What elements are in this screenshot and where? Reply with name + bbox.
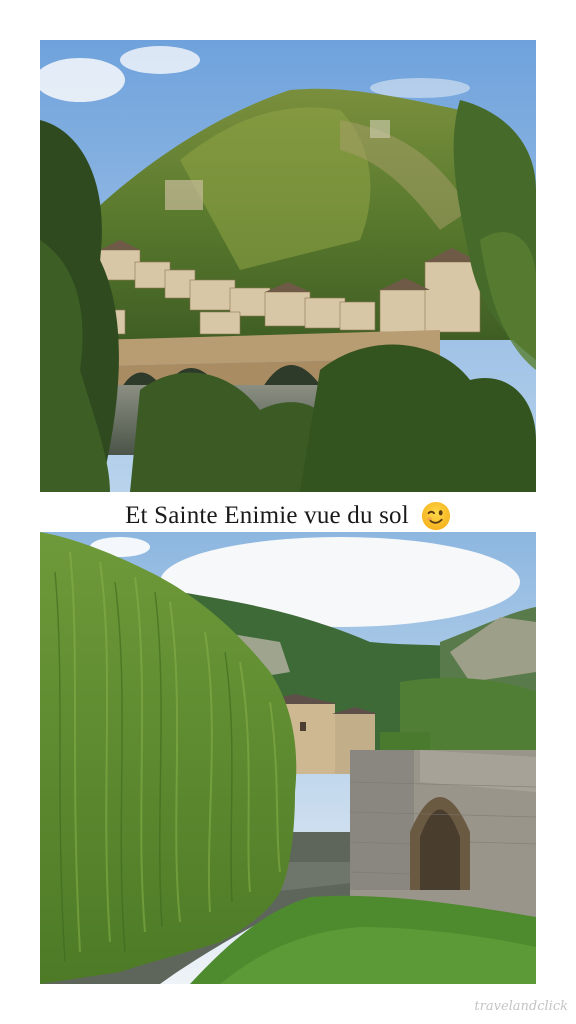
ground-level-photo [40, 532, 536, 984]
photo-caption: Et Sainte Enimie vue du sol [0, 496, 576, 536]
watermark-logo: travelandclick [474, 999, 568, 1014]
caption-text: Et Sainte Enimie vue du sol [125, 502, 409, 529]
village-aerial-photo [40, 40, 536, 492]
winking-face-icon [421, 501, 450, 531]
